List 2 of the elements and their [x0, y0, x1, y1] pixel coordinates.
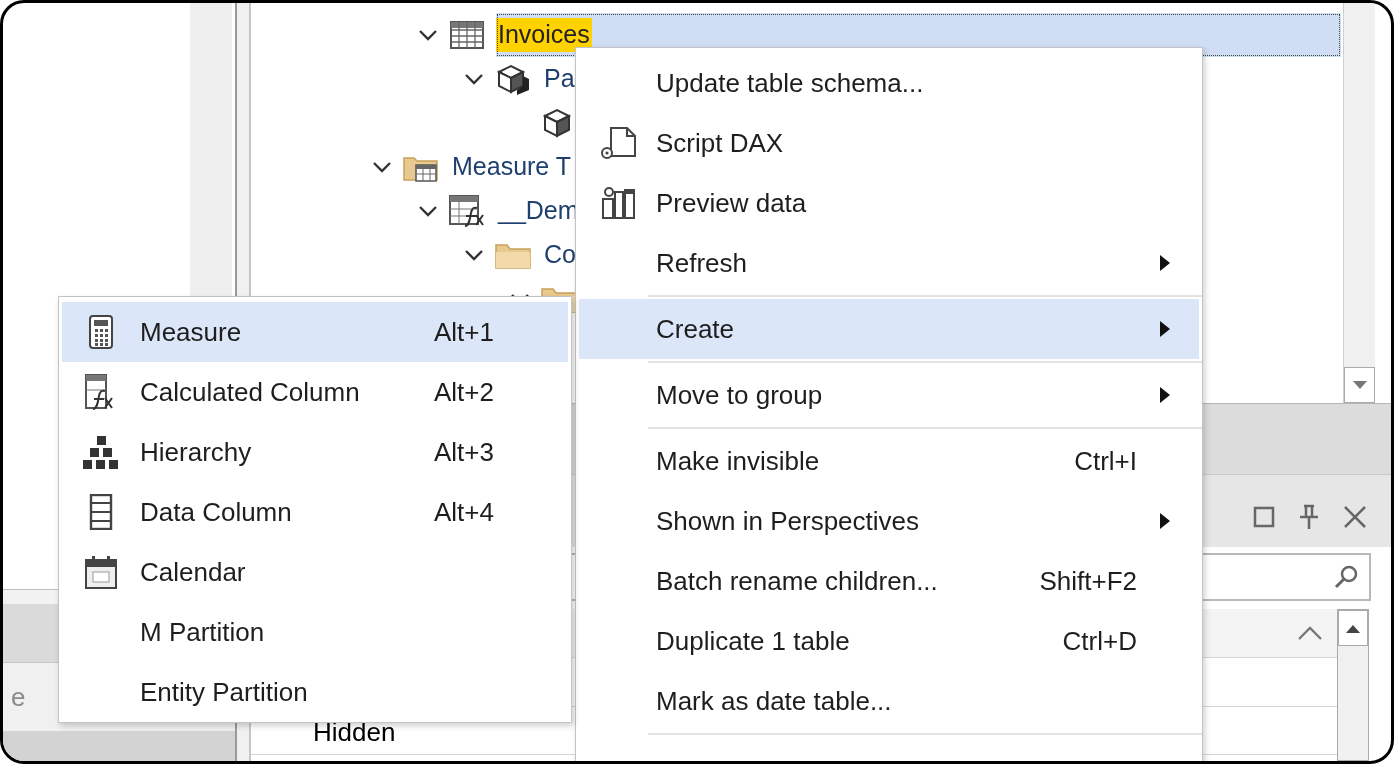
row-text: e [11, 681, 26, 713]
property-value: Hidden [313, 717, 396, 748]
